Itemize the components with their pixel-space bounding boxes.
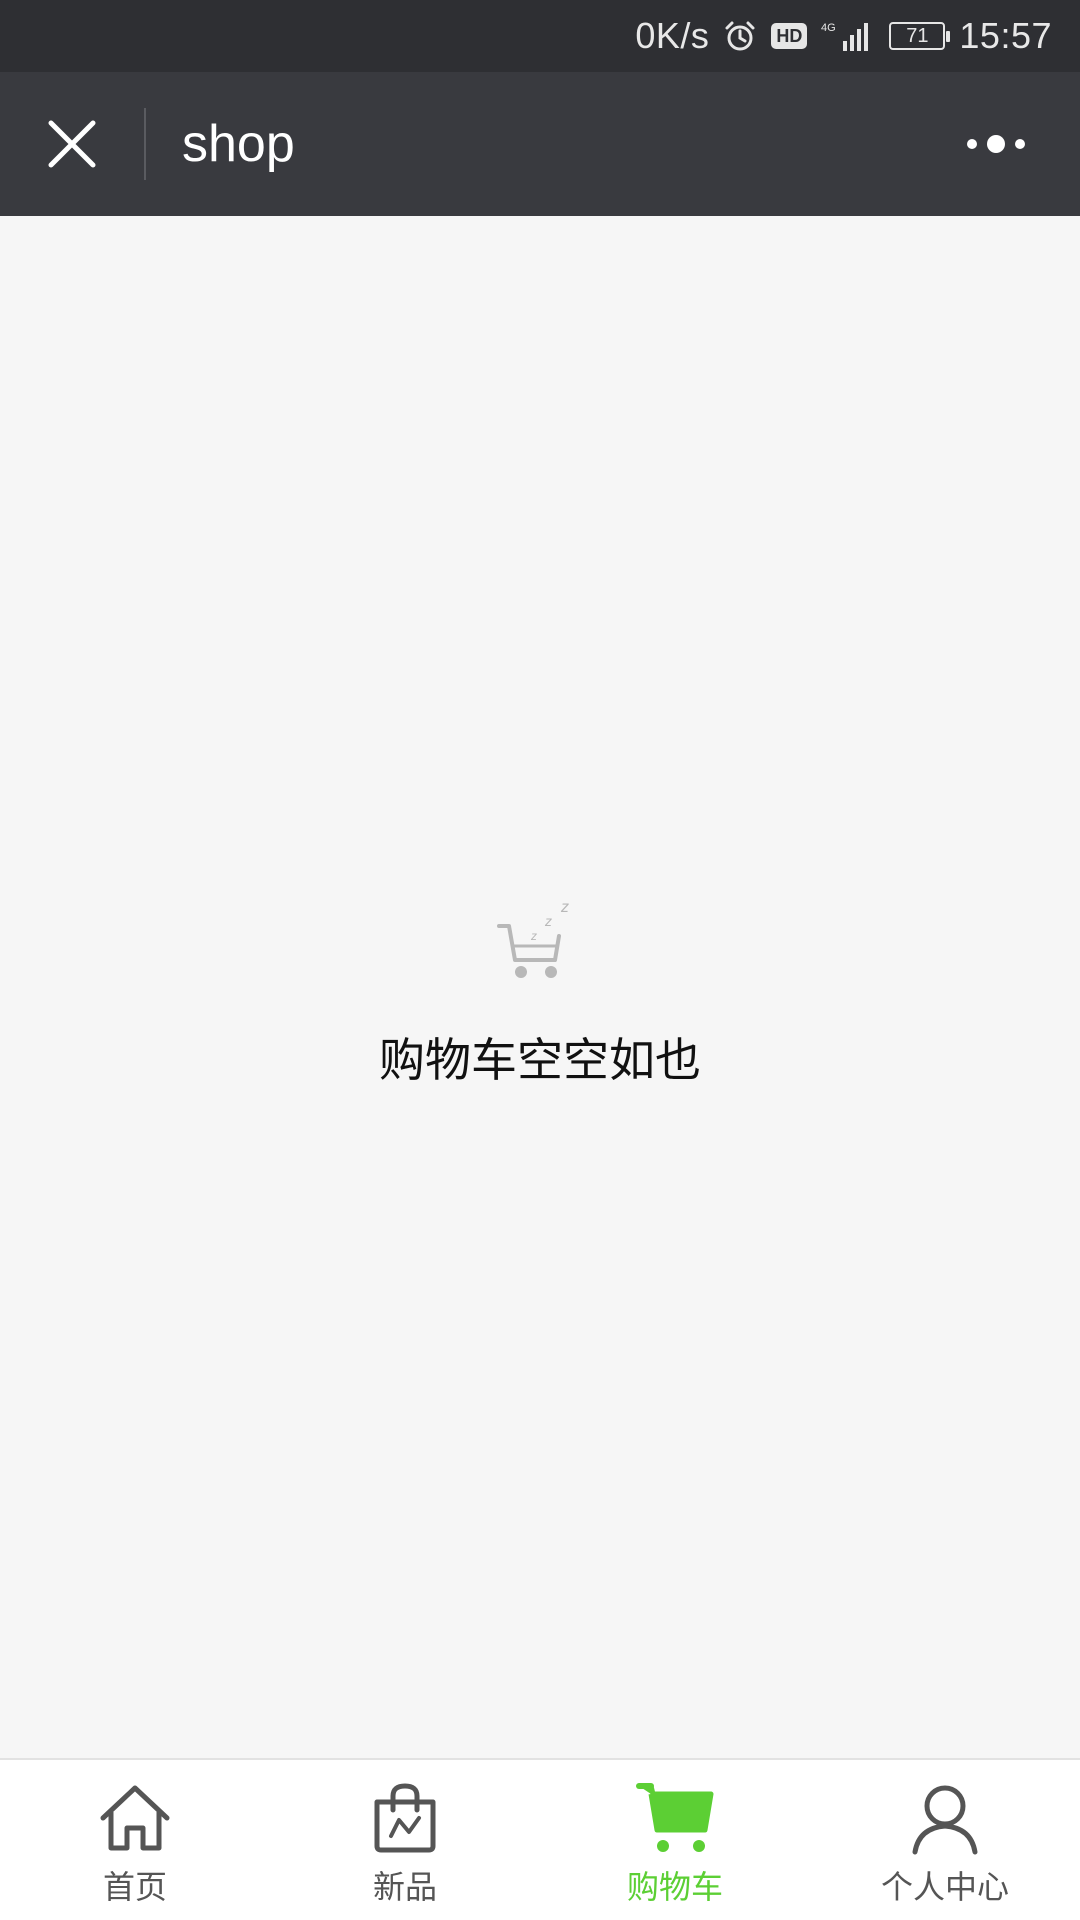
net-speed: 0K/s [635, 15, 710, 56]
svg-text:z: z [544, 913, 552, 929]
tab-label: 首页 [102, 1868, 167, 1906]
sleeping-cart-icon: z z z [497, 900, 569, 978]
alarm-icon [723, 19, 757, 53]
more-dot-icon [987, 135, 1005, 153]
hd-badge: HD [771, 23, 808, 49]
close-icon [48, 120, 96, 168]
clock: 15:57 [959, 15, 1052, 56]
close-button[interactable] [0, 72, 144, 216]
page-title: shop [182, 115, 295, 173]
more-dot-icon [967, 139, 977, 149]
more-dot-icon [1015, 139, 1025, 149]
empty-cart-state: z z z 购物车空空如也 [0, 900, 1080, 1090]
svg-text:z: z [560, 900, 569, 916]
screen: 0K/s HD 4G 71 15:57 shop z z z 购物车空空如也 首… [0, 0, 1080, 1920]
tab-label: 个人中心 [880, 1868, 1009, 1906]
battery-icon: 71 [889, 22, 951, 50]
network-type: 4G [821, 22, 836, 34]
tab-home[interactable]: 首页 [0, 1760, 270, 1920]
empty-cart-message: 购物车空空如也 [379, 1033, 701, 1087]
bottom-tabbar: 首页 新品 购物车 个人中心 [0, 1758, 1080, 1920]
tab-new-products[interactable]: 新品 [270, 1760, 540, 1920]
home-icon [93, 1776, 177, 1860]
tab-label: 新品 [372, 1868, 437, 1906]
tab-cart[interactable]: 购物车 [540, 1760, 810, 1920]
battery-level: 71 [906, 24, 929, 47]
status-bar: 0K/s HD 4G 71 15:57 [0, 0, 1080, 72]
more-button[interactable] [948, 114, 1044, 174]
cart-icon [633, 1776, 717, 1860]
tab-label: 购物车 [626, 1868, 723, 1906]
header-divider [144, 108, 146, 180]
person-icon [903, 1776, 987, 1860]
svg-text:z: z [530, 929, 537, 943]
tab-profile[interactable]: 个人中心 [810, 1760, 1080, 1920]
header: shop [0, 72, 1080, 216]
signal-icon: 4G [821, 19, 875, 53]
shopping-bag-icon [363, 1776, 447, 1860]
